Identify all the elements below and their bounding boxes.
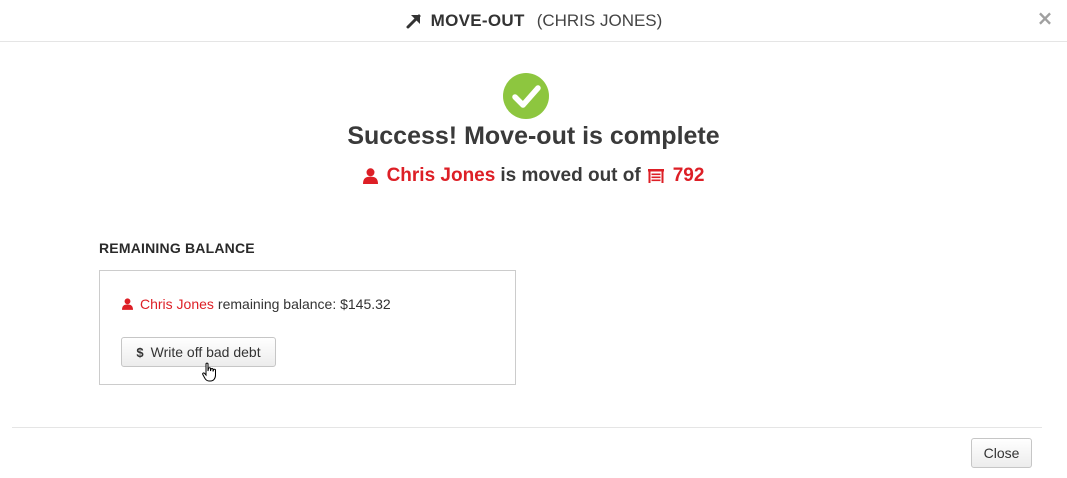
modal-title-text: MOVE-OUT [430,10,525,30]
balance-amount: remaining balance: $145.32 [217,296,391,312]
hand-cursor-icon [202,362,216,382]
footer-divider [12,427,1042,428]
balance-line: Chris Jones remaining balance: $145.32 [122,296,391,312]
close-icon[interactable]: × [1035,6,1055,30]
storage-unit-icon [647,169,664,183]
move-out-modal: MOVE-OUT (CHRIS JONES) × Success! Move-o… [0,0,1067,478]
dollar-icon: $ [136,344,144,360]
close-button[interactable]: Close [971,438,1032,468]
move-out-summary: Chris Jones is moved out of 792 [0,165,1067,187]
write-off-bad-debt-button[interactable]: $ Write off bad debt [121,337,276,367]
balance-tenant-link[interactable]: Chris Jones [140,296,214,312]
modal-header: MOVE-OUT (CHRIS JONES) × [0,0,1067,42]
arrow-up-right-icon [406,14,421,28]
modal-title-tenant: (CHRIS JONES) [536,10,663,30]
modal-title: MOVE-OUT (CHRIS JONES) [405,10,663,31]
person-icon [362,168,378,184]
balance-panel: Chris Jones remaining balance: $145.32 $… [99,270,516,385]
success-title: Success! Move-out is complete [347,122,720,150]
moved-text: is moved out of [500,165,641,186]
unit-link[interactable]: 792 [673,165,705,187]
tenant-link[interactable]: Chris Jones [387,165,496,187]
check-circle-icon [503,73,549,119]
write-off-label: Write off bad debt [150,344,261,360]
remaining-balance-heading: REMAINING BALANCE [99,240,255,256]
person-icon [122,298,133,310]
